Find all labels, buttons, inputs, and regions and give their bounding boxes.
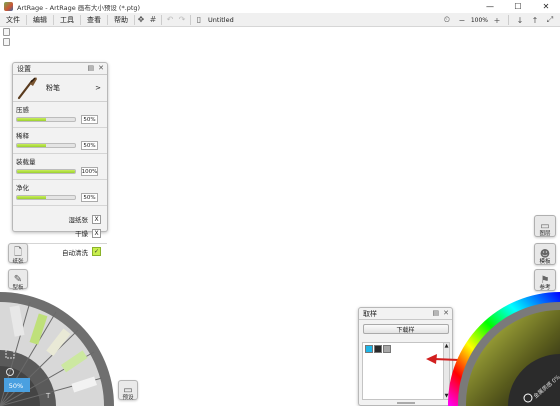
sampler-menu-icon[interactable]: ▤ xyxy=(433,309,440,317)
sampler-panel-title: 取样 xyxy=(363,309,377,318)
thinning-value[interactable]: 50% xyxy=(81,141,98,150)
thinning-setting: 稀释 50% xyxy=(13,128,107,154)
sampler-panel-header: 取样 ▤ ✕ xyxy=(359,308,452,320)
save-preset-icon[interactable]: ▤ xyxy=(88,64,95,72)
tool-picker-zoom: 50% xyxy=(9,382,23,390)
color-swatch[interactable] xyxy=(383,345,391,353)
redo-icon[interactable]: ↷ xyxy=(176,14,188,26)
menu-help[interactable]: 帮助 xyxy=(108,14,135,25)
menu-bar: 文件 编辑 工具 查看 帮助 ✥ # ↶ ↷ ▯ Untitled ⏲ − 10… xyxy=(0,13,560,27)
wet-paper-label: 湿纸张 xyxy=(68,216,89,224)
tool-expand-arrow[interactable]: > xyxy=(95,84,101,92)
zoom-level: 100% xyxy=(470,16,488,24)
loading-slider[interactable] xyxy=(16,169,76,174)
tool-name: 粉笔 xyxy=(46,84,60,92)
clean-setting: 净化 50% xyxy=(13,180,107,206)
take-sample-button[interactable]: 下载样 xyxy=(362,324,449,334)
timer-icon[interactable]: ⏲ xyxy=(441,14,453,26)
pressure-value[interactable]: 50% xyxy=(81,115,98,124)
wet-paper-toggle[interactable]: 湿纸张 X xyxy=(13,212,107,226)
color-swatch[interactable] xyxy=(365,345,373,353)
settings-panel-title: 设置 xyxy=(17,64,31,73)
settings-panel-header: 设置 ▤ ✕ xyxy=(13,63,107,75)
clean-label: 净化 xyxy=(16,184,29,192)
thinning-slider[interactable] xyxy=(16,143,76,148)
download-icon[interactable]: ↓ xyxy=(514,14,526,26)
pressure-label: 压感 xyxy=(16,106,29,114)
tool-selector[interactable]: 粉笔 > xyxy=(13,75,107,102)
toolbar-separator xyxy=(508,15,509,25)
loading-value[interactable]: 100% xyxy=(81,167,98,176)
toolbar-right: ⏲ − 100% + ↓ ↑ ⤢ xyxy=(441,14,556,26)
dry-label: 干燥 xyxy=(75,230,88,238)
loading-setting: 装载量 100% xyxy=(13,154,107,180)
minimize-button[interactable]: — xyxy=(476,0,504,13)
toolbar-separator xyxy=(161,14,162,25)
window-title: ArtRage - ArtRage 画布大小预设 (*.ptg) xyxy=(17,3,141,12)
grid-icon[interactable]: # xyxy=(147,14,159,26)
zoom-in-icon[interactable]: + xyxy=(491,14,503,26)
wet-paper-checkbox[interactable]: X xyxy=(92,214,101,224)
presets-label: 预设 xyxy=(122,395,134,401)
document-title: Untitled xyxy=(208,15,234,24)
menu-file[interactable]: 文件 xyxy=(0,14,27,25)
document-icon: ▯ xyxy=(196,15,202,24)
chalk-brush-icon xyxy=(16,76,38,100)
reference-label: 参考 xyxy=(539,285,551,291)
maximize-button[interactable]: ☐ xyxy=(504,0,532,13)
pressure-setting: 压感 50% xyxy=(13,102,107,128)
title-bar: ArtRage - ArtRage 画布大小预设 (*.ptg) — ☐ ✕ xyxy=(0,0,560,13)
auto-clean-checkbox[interactable]: ✓ xyxy=(92,247,101,256)
text-tool-icon[interactable]: T xyxy=(45,392,51,400)
move-icon[interactable]: ✥ xyxy=(135,14,147,26)
paper-label: 纸张 xyxy=(12,259,24,265)
dry-toggle[interactable]: 干燥 X xyxy=(13,226,107,240)
window-controls: — ☐ ✕ xyxy=(476,0,560,13)
clean-slider[interactable] xyxy=(16,195,76,200)
upload-icon[interactable]: ↑ xyxy=(529,14,541,26)
resize-grip[interactable] xyxy=(397,402,415,404)
toolbar-separator xyxy=(190,14,191,25)
layers-label: 图层 xyxy=(539,231,551,237)
menu-edit[interactable]: 编辑 xyxy=(27,14,54,25)
zoom-out-icon[interactable]: − xyxy=(456,14,468,26)
stencils-label: 模板 xyxy=(539,259,551,265)
pressure-slider[interactable] xyxy=(16,117,76,122)
undo-icon[interactable]: ↶ xyxy=(164,14,176,26)
color-swatch[interactable] xyxy=(374,345,382,353)
canvas-nudge-bottom[interactable] xyxy=(3,38,10,46)
auto-clean-label: 自动清洗 xyxy=(62,248,88,257)
canvas-position-widget[interactable] xyxy=(3,28,10,48)
menu-tools[interactable]: 工具 xyxy=(54,14,81,25)
close-button[interactable]: ✕ xyxy=(532,0,560,13)
app-icon xyxy=(4,2,13,11)
canvas-nudge-top[interactable] xyxy=(3,28,10,36)
thinning-label: 稀释 xyxy=(16,132,29,140)
settings-panel: 设置 ▤ ✕ 粉笔 > 压感 50% 稀释 50% 装载量 100% 净化 50… xyxy=(12,62,108,257)
loading-label: 装载量 xyxy=(16,158,36,166)
color-picker[interactable]: 金属质感 0% xyxy=(448,292,560,406)
fullscreen-icon[interactable]: ⤢ xyxy=(544,14,556,26)
clean-value[interactable]: 50% xyxy=(81,193,98,202)
menu-view[interactable]: 查看 xyxy=(81,14,108,25)
tool-picker[interactable]: 50% T xyxy=(0,290,118,406)
close-icon[interactable]: ✕ xyxy=(98,64,104,72)
dry-checkbox[interactable]: X xyxy=(92,228,101,238)
